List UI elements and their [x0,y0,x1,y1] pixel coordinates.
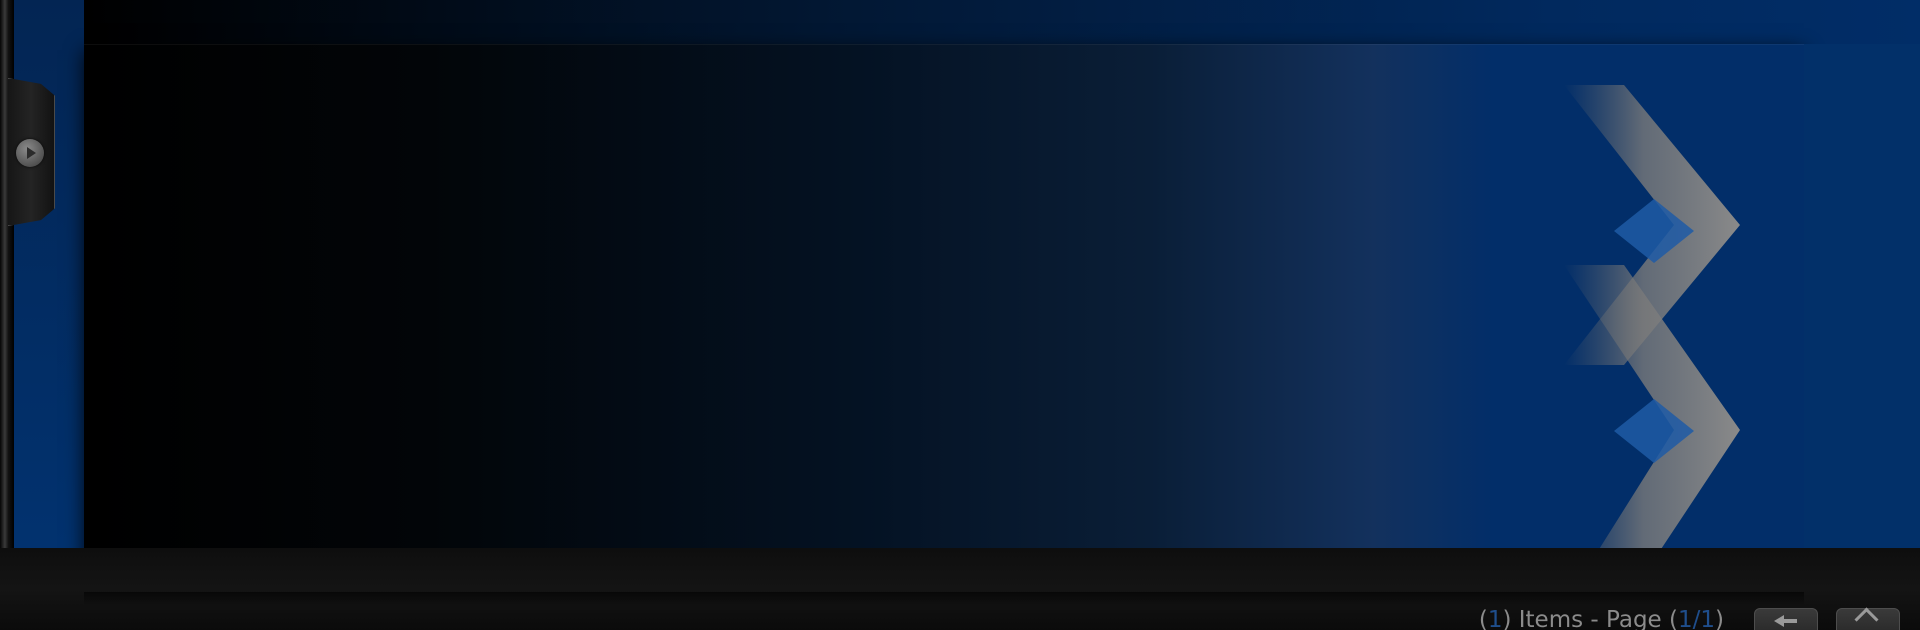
home-icon[interactable] [1836,608,1900,630]
page-total: 1 [1700,607,1716,630]
page-current: 1 [1677,607,1693,630]
items-label: Items - Page ( [1518,607,1678,630]
right-background-panel [1804,44,1920,548]
items-count: 1 [1487,607,1503,630]
items-page-status: (1) Items - Page (1/1) [1479,607,1724,630]
back-arrow-icon[interactable] [1754,608,1818,630]
close-paren: ) [1502,607,1519,630]
panel-shadow [84,592,1804,606]
fanart-panel [84,44,1804,593]
top-background-strip [84,0,1920,44]
media-center-screen: (1) Items - Page (1/1) [0,0,1920,630]
chevron-logo-graphic [1564,85,1740,593]
close-paren-2: ) [1715,607,1724,630]
play-icon[interactable] [16,139,44,167]
open-paren: ( [1478,607,1488,630]
